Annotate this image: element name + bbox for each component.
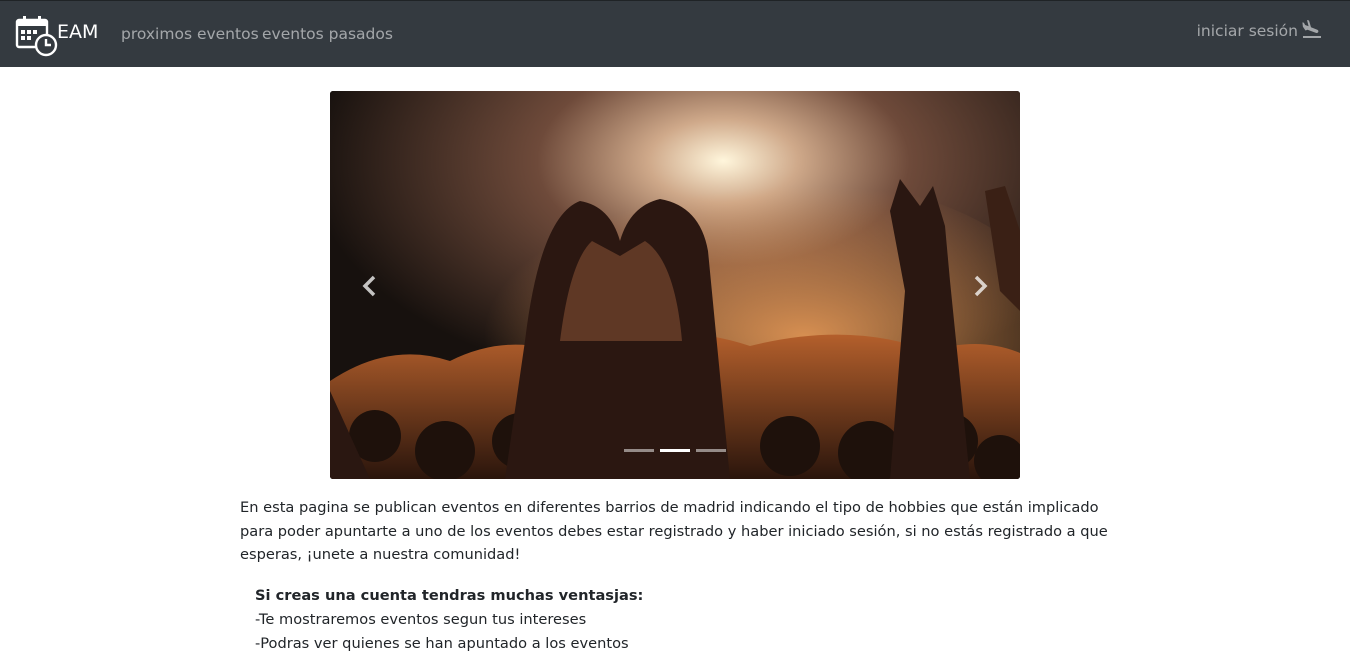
carousel-indicators [624, 449, 726, 452]
benefit-item: -Podras ver quienes se han apuntado a lo… [255, 635, 629, 652]
chevron-right-icon [974, 275, 988, 297]
top-navbar: EAM proximos eventos eventos pasados ini… [0, 0, 1350, 67]
carousel-prev-button[interactable] [350, 261, 390, 311]
carousel-next-button[interactable] [960, 261, 1000, 311]
brand-name: EAM [57, 21, 99, 43]
carousel-indicator-3[interactable] [696, 449, 726, 452]
intro-paragraph: En esta pagina se publican eventos en di… [240, 499, 1108, 563]
login-link[interactable]: iniciar sesión [1196, 20, 1324, 41]
nav-link-past-events[interactable]: eventos pasados [262, 25, 393, 43]
nav-link-upcoming-events[interactable]: proximos eventos [121, 25, 259, 43]
login-label: iniciar sesión [1196, 22, 1298, 40]
plane-landing-icon [1302, 20, 1321, 38]
carousel-indicator-2[interactable] [660, 449, 690, 452]
calendar-clock-icon [15, 16, 58, 57]
image-carousel [330, 91, 1020, 479]
chevron-left-icon [362, 275, 376, 297]
concert-crowd-image [330, 91, 1020, 479]
carousel-indicator-1[interactable] [624, 449, 654, 452]
benefits-title: Si creas una cuenta tendras muchas venta… [255, 587, 644, 604]
brand-link[interactable]: EAM [14, 13, 98, 57]
benefit-item: -Te mostraremos eventos segun tus intere… [255, 611, 587, 628]
benefits-section: Si creas una cuenta tendras muchas venta… [255, 584, 955, 656]
